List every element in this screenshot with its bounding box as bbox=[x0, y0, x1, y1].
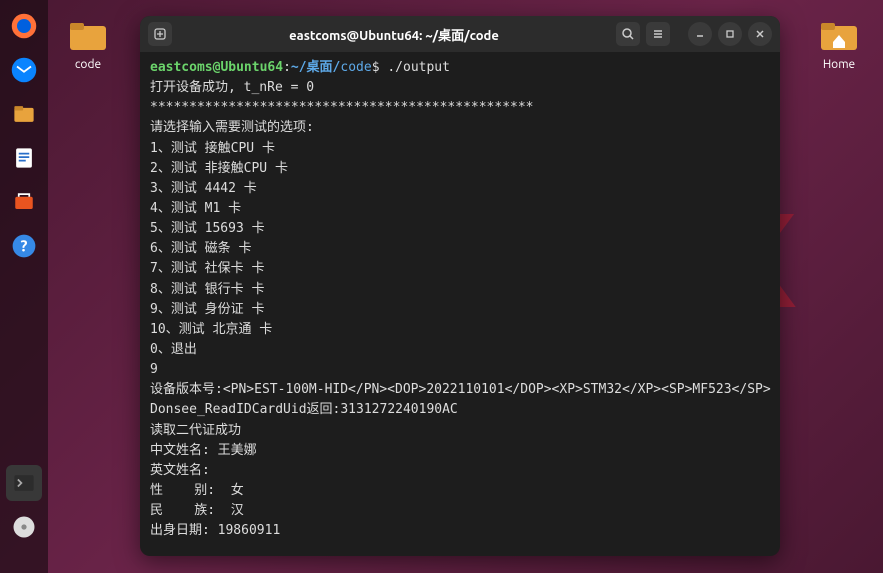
terminal-line: 读取二代证成功 bbox=[150, 421, 770, 441]
terminal-line: 中文姓名: 王美娜 bbox=[150, 441, 770, 461]
terminal-line: 英文姓名: bbox=[150, 461, 770, 481]
home-folder-icon bbox=[819, 18, 859, 54]
terminal-line: 设备版本号:<PN>EST-100M-HID</PN><DOP>20221101… bbox=[150, 380, 770, 400]
terminal-line: 4、测试 M1 卡 bbox=[150, 199, 770, 219]
menu-button[interactable] bbox=[646, 22, 670, 46]
search-button[interactable] bbox=[616, 22, 640, 46]
terminal-line: 8、测试 银行卡 卡 bbox=[150, 280, 770, 300]
dock-help-icon[interactable]: ? bbox=[6, 228, 42, 264]
dock: ? bbox=[0, 0, 48, 573]
terminal-line: 打开设备成功, t_nRe = 0 bbox=[150, 78, 770, 98]
close-button[interactable] bbox=[748, 22, 772, 46]
terminal-body[interactable]: eastcoms@Ubuntu64:~/桌面/code$ ./output 打开… bbox=[140, 52, 780, 556]
window-title: eastcoms@Ubuntu64: ~/桌面/code bbox=[178, 25, 610, 44]
dock-writer-icon[interactable] bbox=[6, 140, 42, 176]
dock-terminal-icon[interactable] bbox=[6, 465, 42, 501]
new-tab-button[interactable] bbox=[148, 22, 172, 46]
terminal-line: 3、测试 4442 卡 bbox=[150, 179, 770, 199]
titlebar: eastcoms@Ubuntu64: ~/桌面/code bbox=[140, 16, 780, 52]
terminal-window: eastcoms@Ubuntu64: ~/桌面/code eastcoms@Ub… bbox=[140, 16, 780, 556]
terminal-line: 出身日期: 19860911 bbox=[150, 521, 770, 541]
terminal-line: 9 bbox=[150, 360, 770, 380]
prompt-line: eastcoms@Ubuntu64:~/桌面/code$ ./output bbox=[150, 58, 770, 78]
terminal-line: 2、测试 非接触CPU 卡 bbox=[150, 159, 770, 179]
desktop-home-folder[interactable]: Home bbox=[809, 18, 869, 71]
desktop-icon-label: Home bbox=[823, 58, 855, 71]
desktop-icon-label: code bbox=[75, 58, 101, 71]
terminal-line: 10、测试 北京通 卡 bbox=[150, 320, 770, 340]
maximize-button[interactable] bbox=[718, 22, 742, 46]
dock-firefox-icon[interactable] bbox=[6, 8, 42, 44]
svg-text:?: ? bbox=[21, 236, 28, 254]
dock-disc-icon[interactable] bbox=[6, 509, 42, 545]
terminal-line: 6、测试 磁条 卡 bbox=[150, 239, 770, 259]
terminal-line: Donsee_ReadIDCardUid返回:3131272240190AC bbox=[150, 400, 770, 420]
terminal-line: 民 族: 汉 bbox=[150, 501, 770, 521]
minimize-button[interactable] bbox=[688, 22, 712, 46]
dock-thunderbird-icon[interactable] bbox=[6, 52, 42, 88]
dock-files-icon[interactable] bbox=[6, 96, 42, 132]
terminal-line: 7、测试 社保卡 卡 bbox=[150, 259, 770, 279]
terminal-line: 5、测试 15693 卡 bbox=[150, 219, 770, 239]
terminal-line: 0、退出 bbox=[150, 340, 770, 360]
desktop-code-folder[interactable]: code bbox=[58, 18, 118, 71]
folder-icon bbox=[68, 18, 108, 54]
dock-software-icon[interactable] bbox=[6, 184, 42, 220]
terminal-line: 9、测试 身份证 卡 bbox=[150, 300, 770, 320]
terminal-line: 请选择输入需要测试的选项: bbox=[150, 118, 770, 138]
terminal-line: ****************************************… bbox=[150, 98, 770, 118]
terminal-line: 1、测试 接触CPU 卡 bbox=[150, 139, 770, 159]
terminal-line: 性 别: 女 bbox=[150, 481, 770, 501]
